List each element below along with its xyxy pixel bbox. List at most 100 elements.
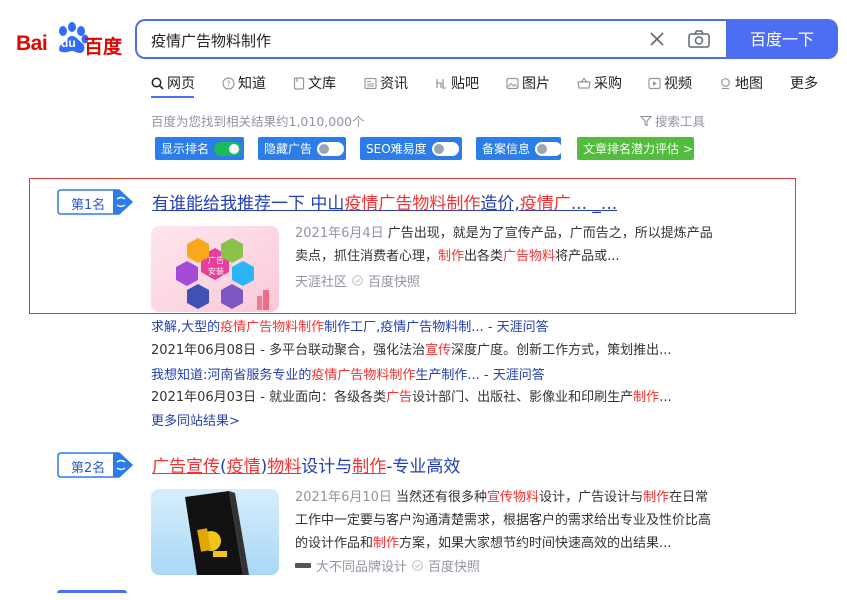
result-date: 2021年6月10日 bbox=[295, 490, 392, 505]
chip-seo-difficulty[interactable]: SEO难易度 bbox=[360, 137, 462, 160]
chip-label: 备案信息 bbox=[482, 142, 531, 156]
title-text: ( bbox=[220, 457, 227, 477]
title-text: 设计与 bbox=[301, 457, 353, 477]
desc-highlight: 制作 bbox=[373, 536, 400, 551]
result-date: 2021年06月03日 bbox=[151, 390, 257, 405]
tab-label: 文库 bbox=[308, 76, 336, 92]
sub-result-description: 2021年06月08日 - 多平台联动聚合，强化法治宣传深度广度。创新工作方式，… bbox=[151, 339, 672, 358]
tab-video[interactable]: 视频 bbox=[648, 72, 692, 94]
clear-icon[interactable] bbox=[647, 29, 667, 49]
search-input[interactable] bbox=[149, 28, 633, 52]
result-title-link[interactable]: 有谁能给我推荐一下 中山疫情广告物料制作造价,疫情广... _... bbox=[152, 189, 617, 214]
poster-stand-image bbox=[151, 489, 279, 575]
tab-map[interactable]: 地图 bbox=[719, 72, 763, 94]
result-title-link[interactable]: 广告宣传(疫情)物料设计与制作-专业高效 bbox=[152, 452, 460, 477]
title-highlight: 制作 bbox=[352, 457, 387, 477]
result-source: 大不同品牌设计 百度快照 bbox=[295, 556, 480, 575]
more-site-results-link[interactable]: 更多同站结果> bbox=[151, 410, 240, 429]
chip-label: 显示排名 bbox=[161, 142, 210, 156]
desc-text: 将产品或... bbox=[555, 249, 620, 264]
desc-highlight: 制作 bbox=[643, 490, 670, 505]
snapshot-link[interactable]: 百度快照 bbox=[368, 271, 420, 290]
tab-web[interactable]: 网页 bbox=[151, 72, 195, 94]
desc-highlight: 广告物料 bbox=[503, 249, 556, 264]
toggle-switch-off[interactable] bbox=[431, 141, 459, 156]
title-text: 我想知道:河南省服务专业的 bbox=[151, 368, 312, 383]
tab-label: 图片 bbox=[522, 76, 550, 92]
title-text: 制作工厂,疫情广告物料制... - 天涯问答 bbox=[324, 320, 549, 335]
chip-label: SEO难易度 bbox=[366, 142, 427, 156]
chip-filing-info[interactable]: 备案信息 bbox=[476, 137, 563, 160]
title-highlight: 疫情广告物料制作 bbox=[220, 320, 325, 335]
result-date: 2021年06月08日 bbox=[151, 343, 257, 358]
next-rank-badge-partial bbox=[57, 590, 127, 600]
desc-text: 设计部门、出版社、影像业和印刷生产 bbox=[412, 390, 634, 405]
sub-result-title[interactable]: 我想知道:河南省服务专业的疫情广告物料制作生产制作... - 天涯问答 bbox=[151, 364, 545, 383]
desc-text: 的设计作品和 bbox=[295, 536, 374, 551]
tab-more[interactable]: 更多 bbox=[790, 72, 818, 94]
chip-show-ranking[interactable]: 显示排名 bbox=[155, 137, 244, 160]
desc-text: 卖点，抓住消费者心理， bbox=[295, 249, 439, 264]
result-thumbnail[interactable] bbox=[151, 489, 279, 575]
logo-text-cn: 百度 bbox=[84, 36, 123, 58]
result-source: 天涯社区 百度快照 bbox=[295, 271, 420, 290]
title-highlight: 广告宣传 bbox=[152, 457, 220, 477]
tab-purchase[interactable]: 采购 bbox=[577, 72, 622, 94]
tab-news[interactable]: 资讯 bbox=[364, 72, 408, 94]
source-name[interactable]: 天涯社区 bbox=[295, 271, 347, 290]
desc-highlight: 制作 bbox=[438, 249, 465, 264]
title-highlight: 疫情 bbox=[226, 457, 261, 477]
tab-label: 知道 bbox=[238, 76, 266, 92]
document-icon bbox=[293, 76, 305, 90]
result-description: 2021年6月4日 广告出现，就是为了宣传产品，广而告之，所以提炼产品 卖点，抓… bbox=[295, 222, 715, 268]
chip-article-ranking-potential[interactable]: 文章排名潜力评估 > bbox=[577, 137, 694, 160]
tab-label: 更多 bbox=[790, 76, 818, 92]
filter-icon bbox=[640, 115, 652, 126]
chip-hide-ads[interactable]: 隐藏广告 bbox=[258, 137, 346, 160]
shield-icon bbox=[412, 560, 423, 571]
search-tools-label: 搜索工具 bbox=[655, 114, 706, 129]
title-highlight: 疫情广 bbox=[519, 194, 571, 214]
search-button[interactable]: 百度一下 bbox=[726, 19, 838, 59]
desc-text: ... bbox=[659, 390, 672, 405]
question-icon: ? bbox=[222, 76, 235, 90]
camera-icon[interactable] bbox=[687, 29, 711, 49]
rank-text: 第2名 bbox=[71, 461, 106, 476]
image-icon bbox=[506, 77, 519, 89]
purchase-icon bbox=[577, 77, 591, 89]
rank-text: 第1名 bbox=[71, 198, 106, 213]
search-box bbox=[135, 19, 727, 59]
tab-zhidao[interactable]: ? 知道 bbox=[222, 72, 266, 94]
tab-tieba[interactable]: 贴吧 bbox=[435, 72, 479, 94]
desc-highlight: 广告 bbox=[386, 390, 413, 405]
tab-label: 资讯 bbox=[380, 76, 408, 92]
snapshot-link[interactable]: 百度快照 bbox=[428, 556, 480, 575]
title-highlight: 物料 bbox=[267, 457, 302, 477]
sub-result-title[interactable]: 求解,大型的疫情广告物料制作制作工厂,疫情广告物料制... - 天涯问答 bbox=[151, 316, 549, 335]
source-name[interactable]: 大不同品牌设计 bbox=[316, 556, 407, 575]
rank-badge: 第1名 bbox=[57, 189, 133, 215]
thumb-label: 广告 bbox=[208, 256, 224, 265]
shield-icon bbox=[352, 275, 363, 286]
chip-label: 隐藏广告 bbox=[264, 142, 313, 156]
desc-text: 出各类 bbox=[464, 249, 504, 264]
tab-wenku[interactable]: 文库 bbox=[293, 72, 336, 94]
toggle-switch-off[interactable] bbox=[535, 141, 563, 156]
tab-label: 网页 bbox=[167, 76, 195, 92]
search-tools-button[interactable]: 搜索工具 bbox=[640, 111, 705, 130]
desc-highlight: 宣传物料 bbox=[487, 490, 540, 505]
title-text: 造价, bbox=[480, 194, 520, 214]
active-tab-underline bbox=[151, 96, 194, 98]
tab-images[interactable]: 图片 bbox=[506, 72, 550, 94]
desc-text: - 多平台联动聚合，强化法治 bbox=[256, 343, 426, 358]
toggle-switch-on[interactable] bbox=[214, 141, 242, 156]
baidu-logo[interactable]: Bai du 百度 bbox=[16, 22, 126, 62]
tab-label: 采购 bbox=[594, 76, 622, 92]
result-thumbnail[interactable]: 广告 安装 bbox=[151, 226, 279, 312]
title-text: 求解,大型的 bbox=[151, 320, 221, 335]
toggle-switch-off[interactable] bbox=[317, 141, 345, 156]
logo-text-du: du bbox=[61, 36, 76, 50]
result-date: 2021年6月4日 bbox=[295, 226, 384, 241]
title-text: ... _... bbox=[570, 194, 618, 214]
desc-text: 深度广度。创新工作方式，策划推出... bbox=[451, 343, 672, 358]
